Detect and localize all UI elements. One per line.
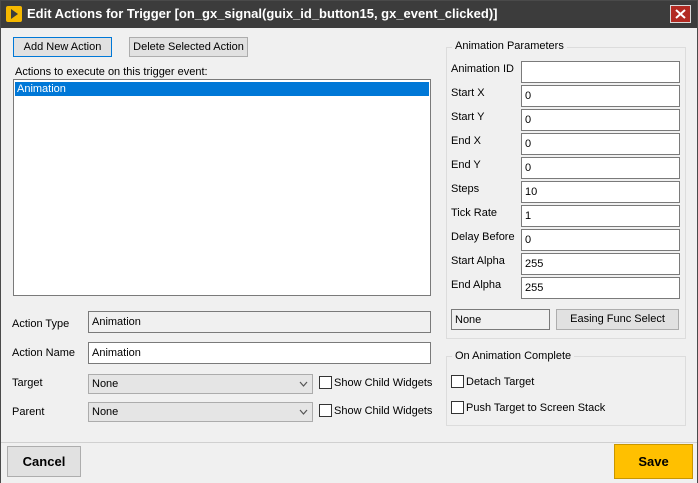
param-label: Animation ID [451, 63, 514, 75]
parent-show-child-checkbox[interactable] [319, 404, 332, 417]
steps-input[interactable]: 10 [521, 181, 680, 203]
target-label: Target [12, 377, 43, 389]
easing-func-field: None [451, 309, 550, 330]
parent-label: Parent [12, 406, 45, 418]
param-label: Start Alpha [451, 255, 505, 267]
action-type-field: Animation [88, 311, 431, 333]
window-title: Edit Actions for Trigger [on_gx_signal(g… [27, 6, 498, 21]
action-name-label: Action Name [12, 347, 75, 359]
title-bar: Edit Actions for Trigger [on_gx_signal(g… [1, 1, 697, 28]
push-target-label: Push Target to Screen Stack [466, 402, 606, 414]
tick-rate-input[interactable]: 1 [521, 205, 680, 227]
param-label: Start X [451, 87, 485, 99]
on-animation-complete-title: On Animation Complete [452, 350, 575, 362]
action-type-label: Action Type [12, 318, 70, 330]
param-label: End X [451, 135, 481, 147]
start-alpha-input[interactable]: 255 [521, 253, 680, 275]
chevron-down-icon [299, 409, 308, 415]
param-label: Tick Rate [451, 207, 498, 219]
actions-list[interactable]: Animation [13, 79, 431, 296]
detach-target-checkbox[interactable] [451, 375, 464, 388]
parent-select[interactable]: None [88, 402, 313, 422]
push-target-checkbox[interactable] [451, 401, 464, 414]
close-icon [675, 9, 686, 19]
start-x-input[interactable]: 0 [521, 85, 680, 107]
on-animation-complete-group [446, 356, 686, 426]
end-x-input[interactable]: 0 [521, 133, 680, 155]
target-select-value: None [92, 378, 119, 390]
end-alpha-input[interactable]: 255 [521, 277, 680, 299]
add-new-action-button[interactable]: Add New Action [13, 37, 112, 57]
dialog-footer [1, 442, 697, 483]
target-select[interactable]: None [88, 374, 313, 394]
start-y-input[interactable]: 0 [521, 109, 680, 131]
delete-selected-action-button[interactable]: Delete Selected Action [129, 37, 248, 57]
actions-list-label: Actions to execute on this trigger event… [15, 66, 208, 78]
close-button[interactable] [670, 5, 691, 23]
edit-actions-dialog: Edit Actions for Trigger [on_gx_signal(g… [0, 0, 698, 483]
target-show-child-label: Show Child Widgets [334, 377, 433, 389]
chevron-down-icon [299, 381, 308, 387]
param-label: End Alpha [451, 279, 502, 291]
parent-show-child-label: Show Child Widgets [334, 405, 433, 417]
save-button[interactable]: Save [614, 444, 693, 479]
end-y-input[interactable]: 0 [521, 157, 680, 179]
animation-parameters-title: Animation Parameters [452, 40, 567, 52]
list-item[interactable]: Animation [15, 82, 429, 96]
param-label: Start Y [451, 111, 485, 123]
parent-select-value: None [92, 406, 119, 418]
app-play-icon [6, 6, 22, 22]
target-show-child-checkbox[interactable] [319, 376, 332, 389]
param-label: End Y [451, 159, 481, 171]
delay-before-input[interactable]: 0 [521, 229, 680, 251]
param-label: Steps [451, 183, 480, 195]
cancel-button[interactable]: Cancel [7, 446, 81, 477]
param-label: Delay Before [451, 231, 515, 243]
action-name-input[interactable]: Animation [88, 342, 431, 364]
detach-target-label: Detach Target [466, 376, 535, 388]
animation-id-input[interactable] [521, 61, 680, 83]
easing-func-select-button[interactable]: Easing Func Select [556, 309, 679, 330]
